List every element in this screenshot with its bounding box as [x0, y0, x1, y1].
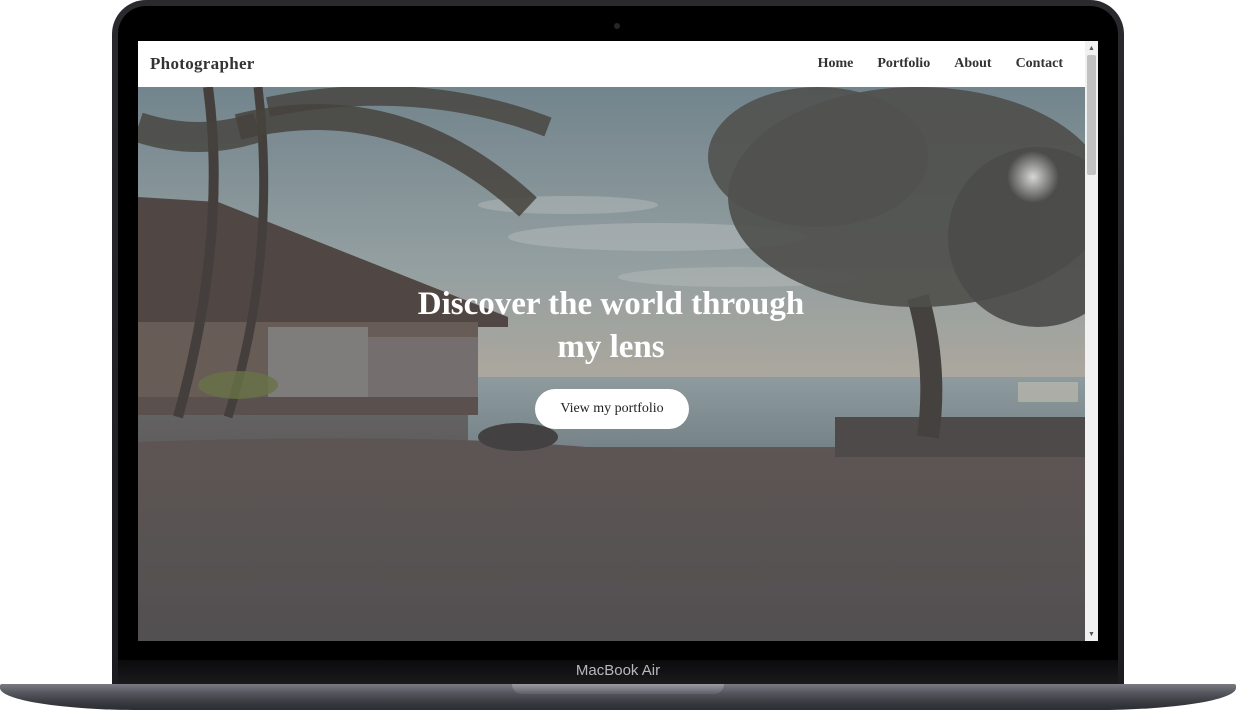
nav-link-home[interactable]: Home — [818, 56, 854, 72]
nav-link-contact[interactable]: Contact — [1016, 56, 1063, 72]
camera-icon — [614, 23, 620, 29]
site-logo[interactable]: Photographer — [150, 54, 255, 74]
nav-link-about[interactable]: About — [954, 56, 991, 72]
scroll-up-arrow-icon[interactable]: ▲ — [1085, 41, 1098, 55]
scroll-down-arrow-icon[interactable]: ▼ — [1085, 627, 1098, 641]
lid-opening-notch — [512, 684, 724, 694]
device-brand-label: MacBook Air — [575, 662, 661, 679]
vertical-scrollbar[interactable]: ▲ ▼ — [1085, 41, 1098, 641]
browser-viewport: Photographer Home Portfolio About Contac… — [138, 41, 1098, 641]
site-navbar: Photographer Home Portfolio About Contac… — [138, 41, 1085, 87]
view-portfolio-button[interactable]: View my portfolio — [535, 389, 689, 429]
hero-heading: Discover the world through my lens — [386, 283, 836, 369]
hero-heading-line1: Discover the world through — [417, 286, 805, 322]
scroll-thumb[interactable] — [1087, 55, 1096, 175]
nav-link-portfolio[interactable]: Portfolio — [877, 56, 930, 72]
main-nav: Home Portfolio About Contact — [818, 56, 1063, 72]
hero-section: Discover the world through my lens View … — [138, 87, 1085, 641]
hero-heading-line2: my lens — [557, 329, 665, 365]
